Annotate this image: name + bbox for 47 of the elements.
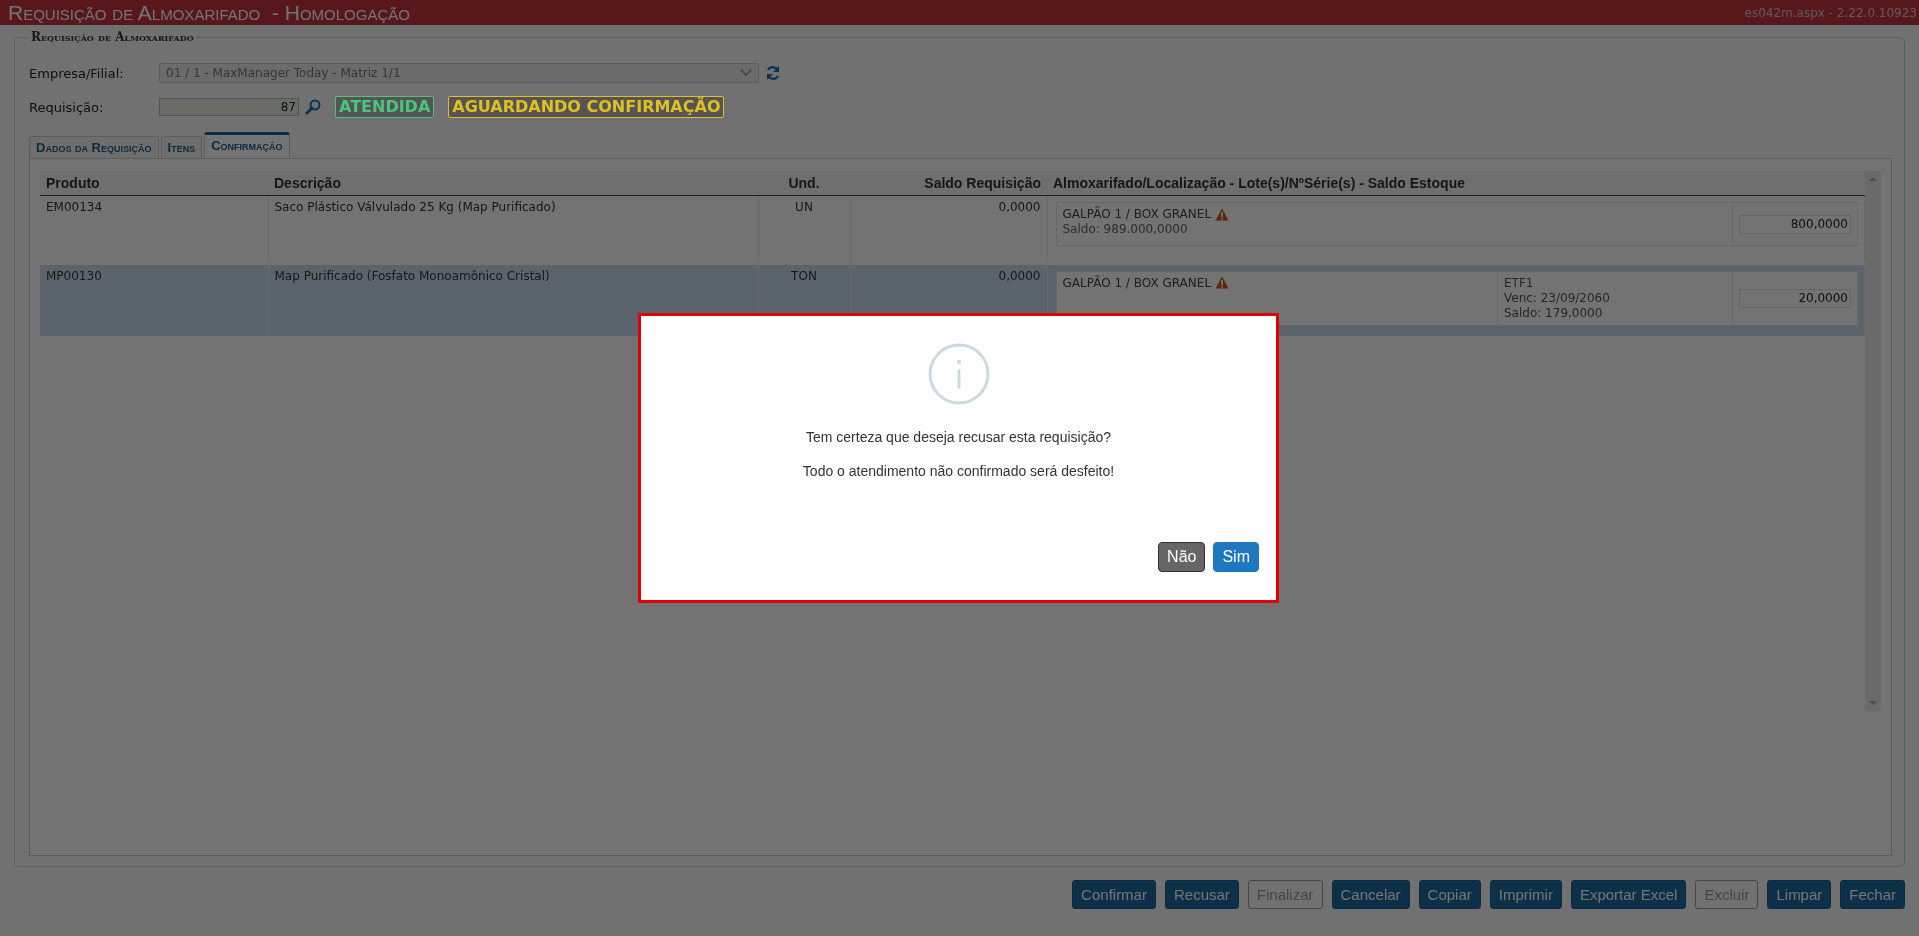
column-header: Descrição: [268, 171, 758, 196]
table-cell: UN: [758, 195, 850, 264]
caret-icon: [740, 69, 752, 77]
field-label: Requisição:: [29, 99, 105, 115]
stock-balance: Saldo: 989.000,0000: [1062, 222, 1189, 236]
column-header: Produto: [40, 171, 268, 196]
table-cell: EM00134: [40, 195, 268, 264]
section-legend: Requisição de Almoxarifado: [29, 30, 196, 44]
action-button[interactable]: Recusar: [1164, 880, 1239, 909]
action-button[interactable]: Copiar: [1418, 880, 1481, 909]
table-row[interactable]: EM00134 Saco Plástico Válvulado 25 Kg (Map Purificado) UN 0,0000 GALPÃO 1 / BOX GRANEL Saldo: 989.000,0000 800,0000: [40, 195, 1865, 264]
field-label: Empresa/Filial:: [29, 65, 125, 81]
scrollbar[interactable]: [1865, 171, 1881, 711]
column-header: Saldo Requisição: [850, 171, 1047, 196]
quantity-field[interactable]: 20,0000: [1739, 288, 1851, 308]
location-name: GALPÃO 1 / BOX GRANEL: [1062, 207, 1212, 221]
version-text: es042m.aspx - 2.22.0.10923: [1744, 5, 1918, 20]
action-button[interactable]: Confirmar: [1072, 880, 1156, 909]
info-icon: [927, 343, 990, 405]
action-button[interactable]: Exportar Excel: [1570, 880, 1687, 909]
table-cell: 0,0000: [850, 195, 1047, 264]
action-button[interactable]: Limpar: [1767, 880, 1832, 909]
column-header: Und.: [758, 171, 850, 196]
tab[interactable]: Itens: [160, 136, 203, 158]
dialog-button[interactable]: Não: [1158, 542, 1206, 572]
quantity-field[interactable]: 800,0000: [1739, 214, 1851, 234]
lot-text: Saldo: 179,0000: [1504, 305, 1604, 321]
action-button[interactable]: Fechar: [1840, 880, 1905, 909]
table-cell: MP00130: [40, 263, 268, 337]
tab[interactable]: Confirmação: [204, 132, 290, 158]
dialog-message: Tem certeza que deseja recusar esta requisição?: [805, 429, 1112, 445]
tab[interactable]: Dados da Requisição: [29, 136, 159, 158]
search-icon[interactable]: [305, 99, 321, 115]
action-button[interactable]: Imprimir: [1489, 880, 1562, 909]
column-header: Almoxarifado/Localização - Lote(s)/NºSérie(s) - Saldo Estoque: [1047, 171, 1865, 196]
action-button[interactable]: Cancelar: [1331, 880, 1410, 909]
refresh-icon[interactable]: [765, 65, 781, 81]
status-label: ATENDIDA: [335, 96, 435, 118]
dialog-button[interactable]: Sim: [1213, 542, 1259, 572]
location-name: GALPÃO 1 / BOX GRANEL: [1062, 275, 1212, 290]
table-cell: Saco Plástico Válvulado 25 Kg (Map Purificado): [268, 195, 758, 264]
page-title: Requisição de Almoxarifado - Homologação: [8, 0, 410, 25]
dialog-message: Todo o atendimento não confirmado será desfeito!: [802, 463, 1115, 479]
lot-text: Venc: 23/09/2060: [1504, 290, 1611, 306]
status-label: AGUARDANDO CONFIRMAÇÃO: [448, 96, 725, 118]
lot-text: ETF1: [1504, 275, 1535, 291]
requisition-field[interactable]: 87: [159, 98, 299, 116]
